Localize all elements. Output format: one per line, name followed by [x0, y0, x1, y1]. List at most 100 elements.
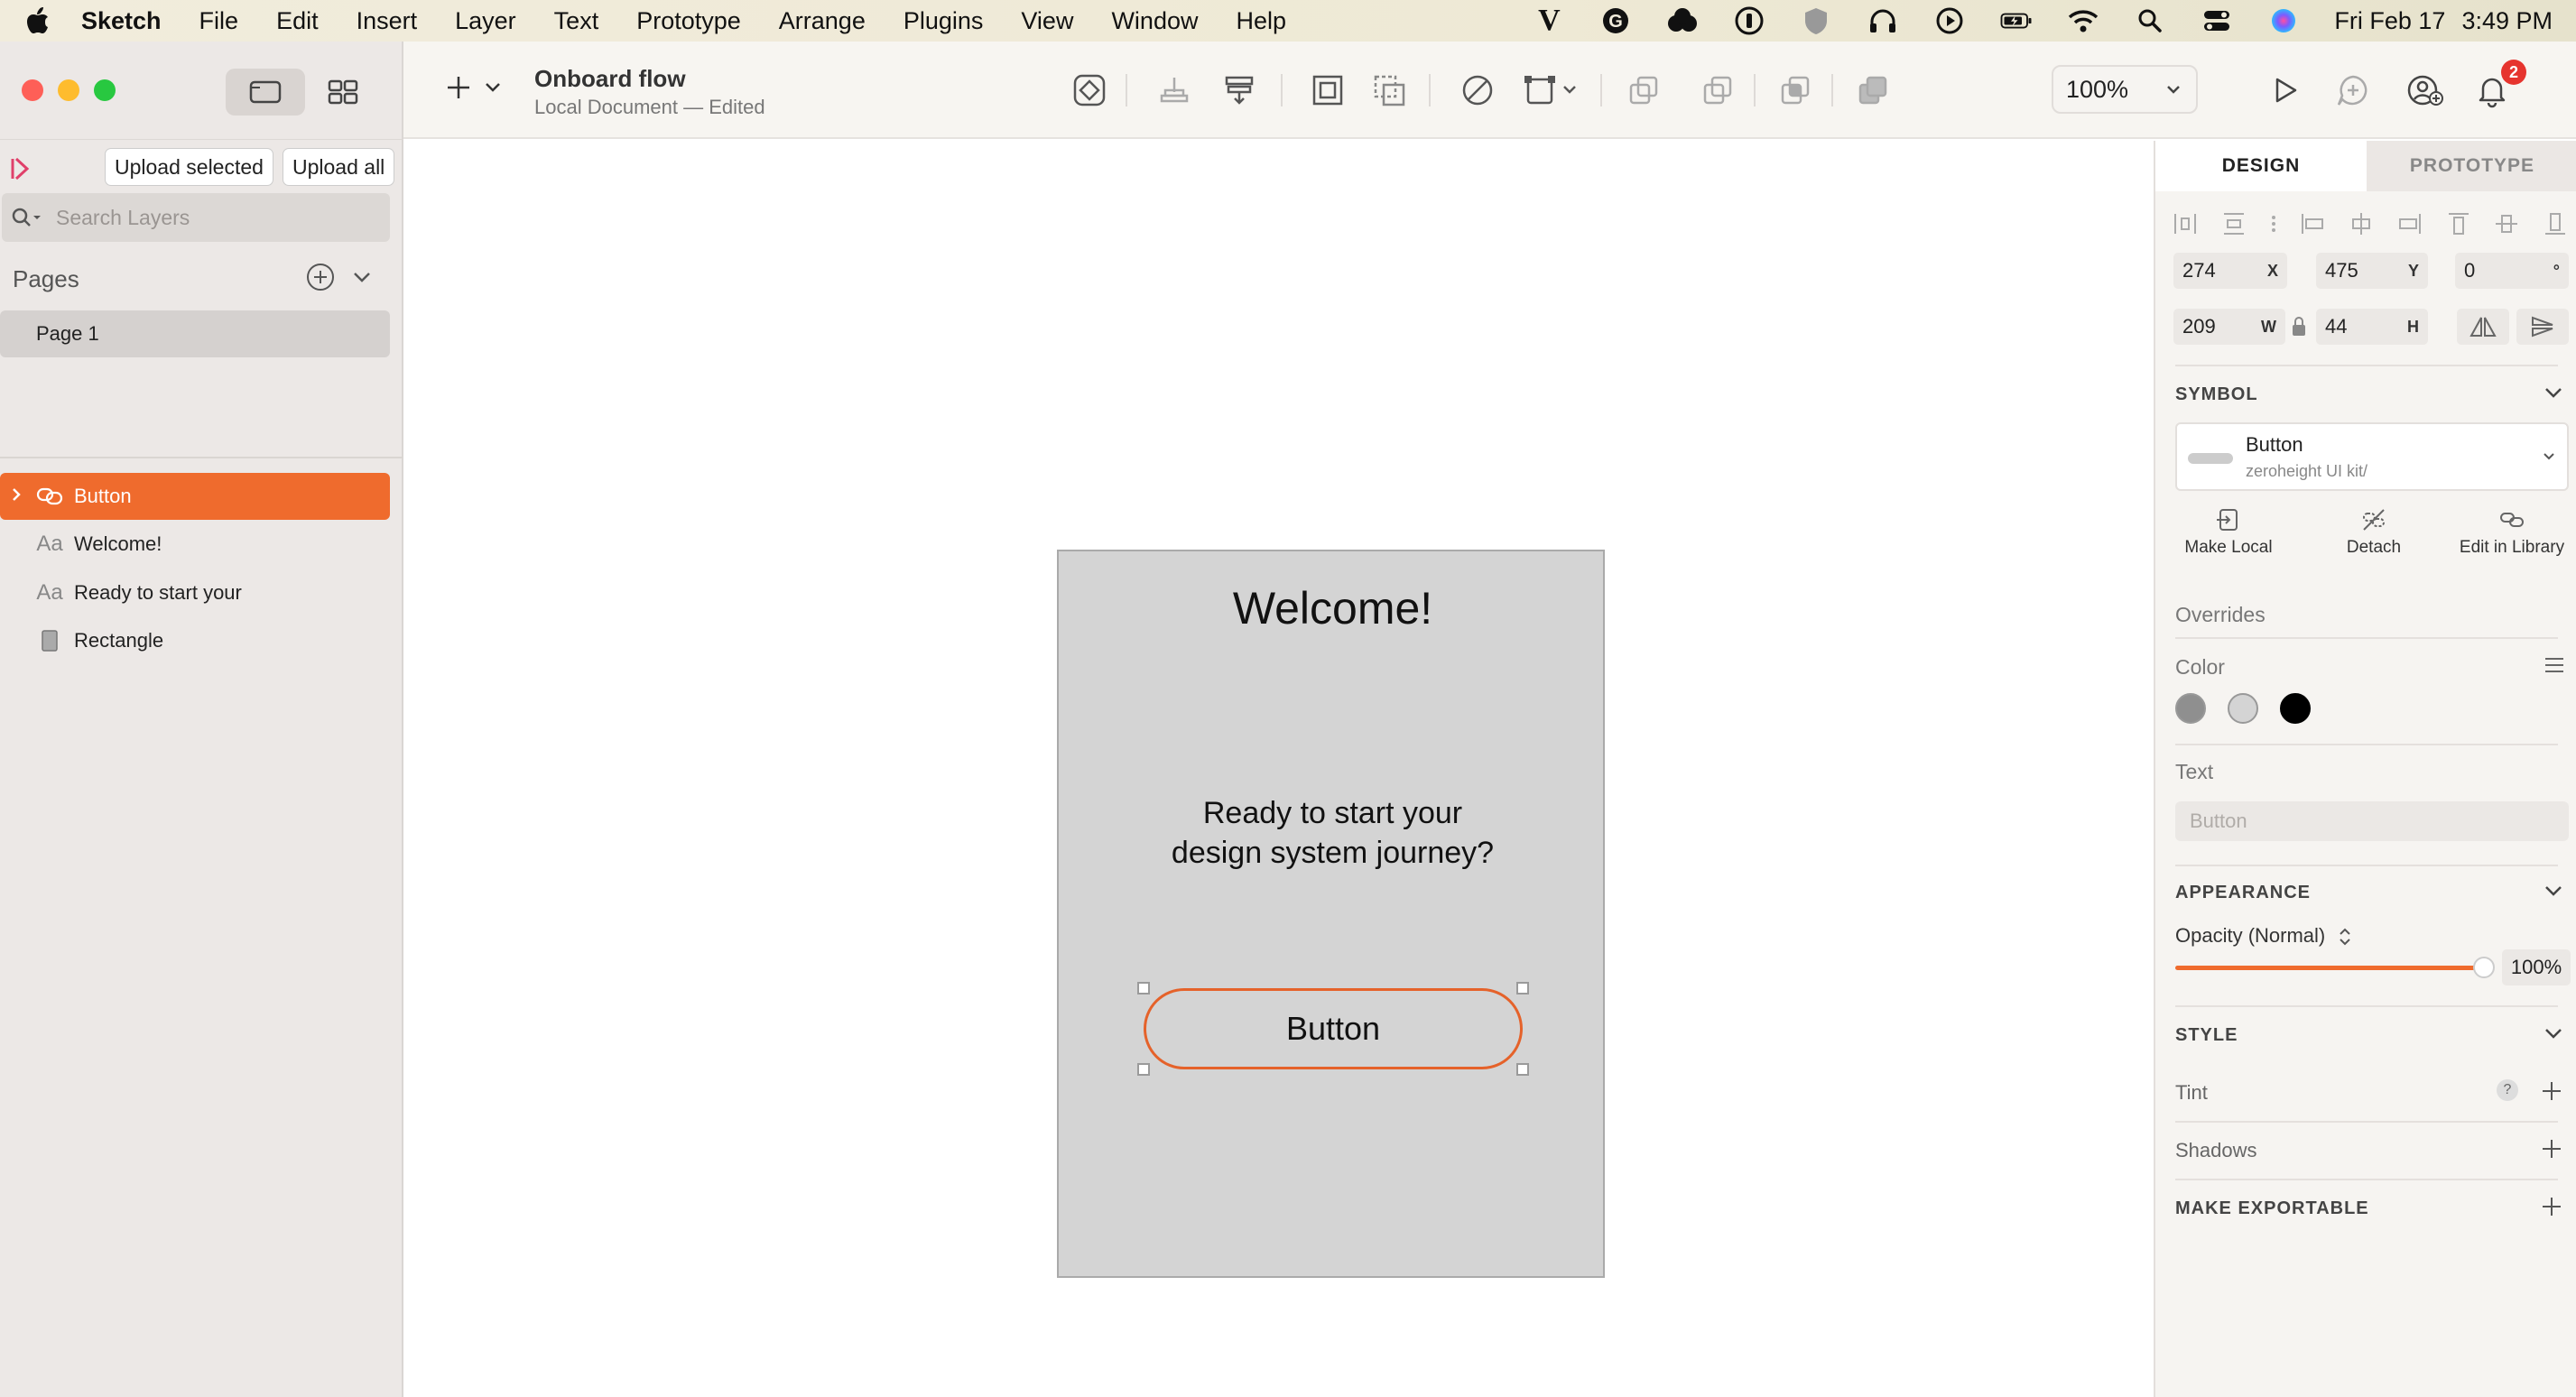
edit-path-button[interactable]	[1456, 69, 1499, 112]
flip-horizontal-button[interactable]	[2457, 309, 2509, 345]
headphones-status-icon[interactable]	[1867, 5, 1899, 37]
control-center-icon[interactable]	[2201, 5, 2233, 37]
layer-item-welcome[interactable]: Aa Welcome!	[0, 521, 390, 568]
subtract-button[interactable]	[1696, 69, 1739, 112]
menu-app-sketch[interactable]: Sketch	[81, 7, 162, 35]
page-item-page-1[interactable]: Page 1	[0, 310, 390, 357]
creative-cloud-status-icon[interactable]	[1666, 5, 1699, 37]
rotation-field[interactable]: 0 °	[2455, 253, 2569, 289]
menu-file[interactable]: File	[199, 7, 239, 35]
collapse-symbol-button[interactable]	[2544, 386, 2563, 403]
menu-text[interactable]: Text	[554, 7, 599, 35]
opacity-slider-track[interactable]	[2175, 966, 2482, 970]
height-field[interactable]: 44 H	[2316, 309, 2428, 345]
menu-insert[interactable]: Insert	[357, 7, 418, 35]
layer-item-button[interactable]: Button	[0, 473, 390, 520]
y-position-field[interactable]: 475 Y	[2316, 253, 2428, 289]
canvas[interactable]: Welcome! Ready to start your design syst…	[403, 141, 2154, 1397]
artboard-title-text[interactable]: Welcome!	[1059, 582, 1607, 634]
grid-view-button[interactable]	[307, 69, 379, 116]
opacity-slider-knob[interactable]	[2473, 957, 2495, 978]
apple-menu-icon[interactable]	[20, 7, 56, 34]
detach-upload-button[interactable]	[1153, 69, 1196, 112]
upload-selected-button[interactable]: Upload selected	[105, 148, 273, 186]
collapse-appearance-button[interactable]	[2544, 884, 2563, 902]
close-window-button[interactable]	[22, 79, 43, 101]
distribute-horizontal-icon[interactable]	[2172, 210, 2199, 237]
add-shadow-button[interactable]	[2540, 1137, 2563, 1165]
color-swatch[interactable]	[2175, 693, 2206, 724]
tint-help-icon[interactable]: ?	[2497, 1079, 2518, 1101]
align-horizontal-center-icon[interactable]	[2348, 210, 2375, 237]
pages-layers-divider[interactable]	[0, 457, 403, 458]
difference-button[interactable]	[1851, 69, 1895, 112]
artboard-button-symbol[interactable]: Button	[1144, 988, 1523, 1069]
x-position-field[interactable]: 274 X	[2173, 253, 2287, 289]
canvas-view-button[interactable]	[226, 69, 305, 116]
share-collaborators-button[interactable]	[2404, 69, 2447, 112]
color-override-menu-button[interactable]	[2544, 655, 2565, 680]
opacity-value-field[interactable]: 100%	[2502, 949, 2571, 985]
1password-status-icon[interactable]	[1733, 5, 1765, 37]
menu-clock[interactable]: Fri Feb 17 3:49 PM	[2334, 7, 2553, 35]
document-title[interactable]: Onboard flow	[534, 65, 686, 93]
insert-button[interactable]	[443, 72, 503, 103]
tab-design[interactable]: DESIGN	[2155, 141, 2367, 191]
disclosure-chevron-icon[interactable]	[0, 485, 32, 508]
edit-in-library-button[interactable]: Edit in Library	[2455, 502, 2569, 558]
union-button[interactable]	[1622, 69, 1665, 112]
symbol-source-select[interactable]: Button zeroheight UI kit/	[2175, 422, 2569, 491]
minimize-window-button[interactable]	[58, 79, 79, 101]
menu-view[interactable]: View	[1021, 7, 1073, 35]
align-right-icon[interactable]	[2396, 210, 2423, 237]
align-left-icon[interactable]	[2299, 210, 2326, 237]
intersect-button[interactable]	[1774, 69, 1817, 112]
resize-handle-bottom-left[interactable]	[1137, 1063, 1150, 1076]
grammarly-status-icon[interactable]: G	[1599, 5, 1632, 37]
blend-mode-select[interactable]: Opacity (Normal)	[2175, 924, 2352, 948]
zoom-window-button[interactable]	[94, 79, 116, 101]
wifi-status-icon[interactable]	[2067, 5, 2099, 37]
collapse-style-button[interactable]	[2544, 1027, 2563, 1044]
resize-handle-bottom-right[interactable]	[1516, 1063, 1529, 1076]
color-swatch[interactable]	[2228, 693, 2258, 724]
flip-vertical-button[interactable]	[2516, 309, 2569, 345]
play-circle-status-icon[interactable]	[1933, 5, 1966, 37]
align-top-icon[interactable]	[2445, 210, 2472, 237]
text-override-field[interactable]: Button	[2175, 801, 2569, 841]
layer-item-ready-to-start[interactable]: Aa Ready to start your	[0, 569, 390, 616]
menu-arrange[interactable]: Arrange	[779, 7, 866, 35]
add-page-button[interactable]	[305, 262, 336, 297]
menu-prototype[interactable]: Prototype	[636, 7, 741, 35]
align-bottom-icon[interactable]	[2542, 210, 2569, 237]
insert-layer-below-button[interactable]	[1218, 69, 1261, 112]
zoom-select[interactable]: 100%	[2052, 65, 2198, 114]
add-tint-button[interactable]	[2540, 1079, 2563, 1107]
search-layers-field[interactable]: Search Layers	[2, 193, 390, 242]
vectorize-status-icon[interactable]: V	[1533, 4, 1565, 37]
menu-window[interactable]: Window	[1111, 7, 1198, 35]
ungroup-button[interactable]	[1367, 69, 1411, 112]
preview-play-button[interactable]	[2263, 69, 2306, 112]
siri-icon[interactable]	[2267, 5, 2300, 37]
collapse-pages-button[interactable]	[352, 271, 372, 288]
lock-proportions-button[interactable]	[2291, 316, 2307, 342]
create-symbol-button[interactable]	[1068, 69, 1111, 112]
tab-prototype[interactable]: PROTOTYPE	[2367, 141, 2576, 191]
distribute-vertical-icon[interactable]	[2220, 210, 2247, 237]
upload-all-button[interactable]: Upload all	[283, 148, 395, 186]
transform-button[interactable]	[1521, 69, 1584, 112]
menu-layer[interactable]: Layer	[455, 7, 516, 35]
more-options-icon[interactable]	[2269, 210, 2278, 237]
menu-edit[interactable]: Edit	[276, 7, 319, 35]
menu-plugins[interactable]: Plugins	[903, 7, 984, 35]
detach-button[interactable]: Detach	[2330, 502, 2417, 558]
add-export-button[interactable]	[2540, 1195, 2563, 1223]
artboard-body-text[interactable]: Ready to start your design system journe…	[1059, 793, 1607, 873]
color-swatch[interactable]	[2280, 693, 2311, 724]
resize-handle-top-left[interactable]	[1137, 982, 1150, 995]
make-local-button[interactable]: Make Local	[2179, 502, 2278, 558]
artboard[interactable]: Welcome! Ready to start your design syst…	[1057, 550, 1605, 1278]
add-comment-button[interactable]	[2331, 69, 2375, 112]
menu-help[interactable]: Help	[1236, 7, 1286, 35]
